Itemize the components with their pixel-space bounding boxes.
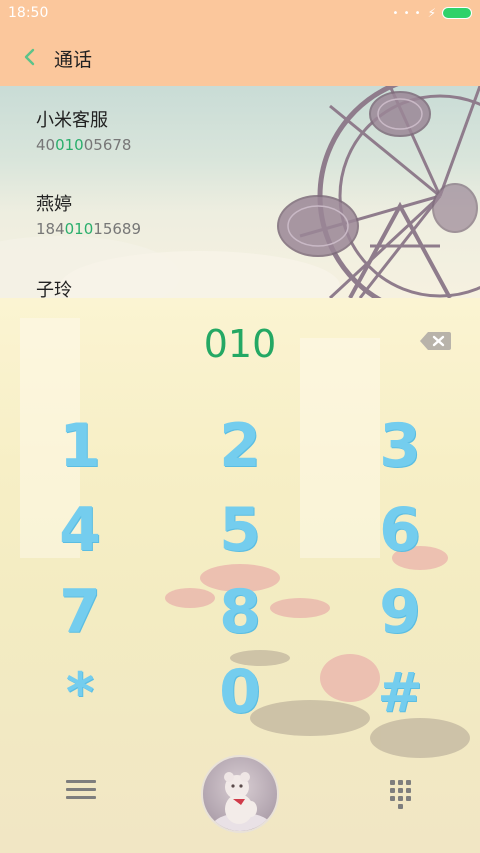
contact-results: 小米客服 4001005678 燕婷 18401015689 子玲 [0,86,480,298]
page-title: 通话 [54,49,93,71]
call-button[interactable] [201,755,279,833]
key-5[interactable]: 5 [190,492,290,568]
contact-item[interactable]: 小米客服 4001005678 [36,106,131,154]
key-8[interactable]: 8 [190,574,290,650]
key-3[interactable]: 3 [350,408,450,484]
number-match: 010 [64,220,94,238]
key-star[interactable]: * [30,654,130,730]
contact-number: 4001005678 [36,136,131,154]
number-suffix: 15689 [93,220,141,238]
key-6[interactable]: 6 [350,492,450,568]
status-icons: • • • ⚡ [392,6,472,20]
key-7[interactable]: 7 [30,574,130,650]
contact-item[interactable]: 子玲 [36,276,72,298]
key-hash[interactable]: # [350,654,450,730]
key-4[interactable]: 4 [30,492,130,568]
contact-number: 18401015689 [36,220,141,238]
battery-icon [442,7,472,19]
key-9[interactable]: 9 [350,574,450,650]
signal-dots-icon: • • • [392,7,422,19]
dialpad-icon[interactable] [388,780,412,809]
dialed-number: 010 [203,322,277,366]
title-bar: 通话 [0,28,480,86]
menu-icon[interactable] [66,780,96,806]
contact-name: 燕婷 [36,194,72,215]
contact-name: 子玲 [36,280,72,298]
number-match: 010 [55,136,84,154]
charging-icon: ⚡ [427,6,436,20]
key-0[interactable]: 0 [190,654,290,730]
status-bar: 18:50 • • • ⚡ [0,0,480,28]
key-1[interactable]: 1 [30,408,130,484]
back-button[interactable] [14,40,44,74]
chevron-left-icon [24,48,35,66]
number-prefix: 184 [36,220,65,238]
number-prefix: 40 [36,136,56,154]
status-time: 18:50 [8,5,49,21]
dialer-panel: 010 1 2 3 4 5 6 7 8 9 * 0 # [0,298,480,853]
contact-name: 小米客服 [36,110,108,131]
key-2[interactable]: 2 [190,408,290,484]
backspace-icon[interactable] [418,330,452,352]
contact-item[interactable]: 燕婷 18401015689 [36,190,141,238]
number-suffix: 05678 [83,136,132,154]
